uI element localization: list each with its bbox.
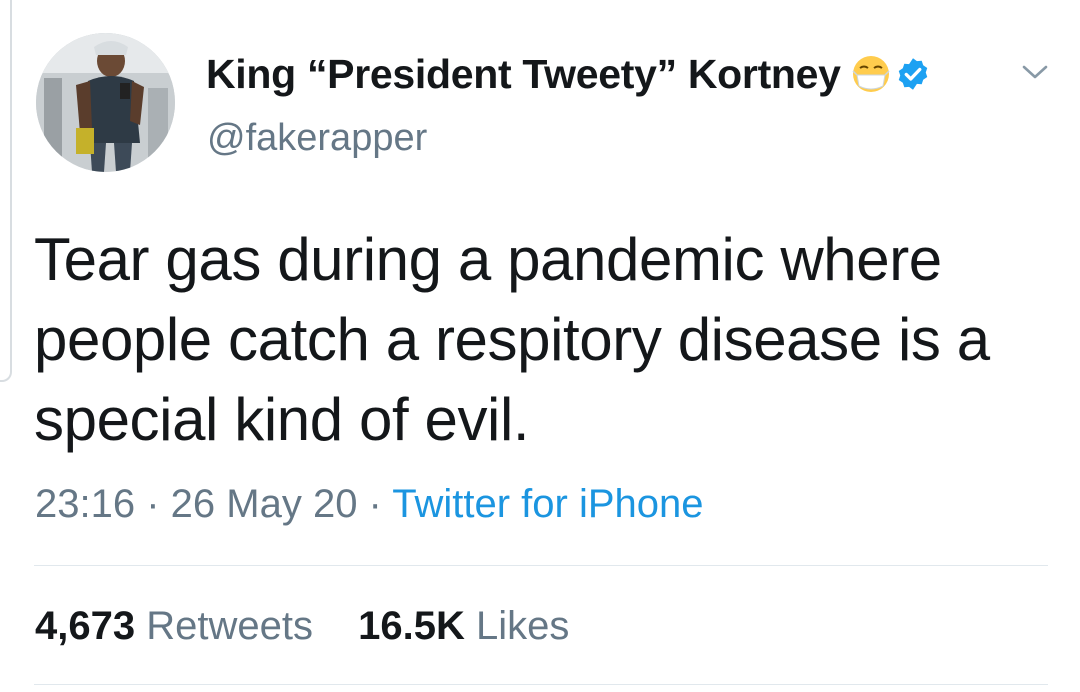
verified-badge-icon bbox=[898, 58, 927, 90]
author-handle[interactable]: @fakerapper bbox=[207, 117, 427, 160]
divider bbox=[34, 565, 1048, 566]
divider bbox=[34, 684, 1048, 685]
tweet-source[interactable]: Twitter for iPhone bbox=[392, 482, 703, 526]
retweets-stat[interactable]: 4,673 Retweets bbox=[35, 604, 313, 648]
likes-count: 16.5K bbox=[358, 604, 465, 648]
tweet-time[interactable]: 23:16 bbox=[35, 482, 135, 526]
card-edge bbox=[0, 0, 12, 382]
tweet-text: Tear gas during a pandemic where people … bbox=[34, 226, 990, 453]
tweet-date[interactable]: 26 May 20 bbox=[171, 482, 358, 526]
tweet-card: King “President Tweety” Kortney @fakerap… bbox=[0, 0, 1080, 692]
face-with-medical-mask-icon bbox=[852, 56, 890, 92]
retweets-label: Retweets bbox=[146, 604, 313, 648]
likes-label: Likes bbox=[475, 604, 570, 648]
author-row: King “President Tweety” Kortney bbox=[206, 48, 931, 100]
retweets-count: 4,673 bbox=[35, 604, 136, 648]
meta-separator: · bbox=[135, 482, 171, 526]
avatar[interactable] bbox=[36, 33, 175, 172]
tweet-meta: 23:16 · 26 May 20 · Twitter for iPhone bbox=[35, 482, 704, 527]
tweet-stats: 4,673 Retweets 16.5K Likes bbox=[35, 604, 603, 649]
avatar-image bbox=[36, 33, 175, 172]
chevron-down-icon[interactable] bbox=[1020, 60, 1050, 84]
display-name[interactable]: King “President Tweety” Kortney bbox=[206, 51, 841, 98]
meta-separator: · bbox=[357, 482, 393, 526]
likes-stat[interactable]: 16.5K Likes bbox=[358, 604, 569, 648]
